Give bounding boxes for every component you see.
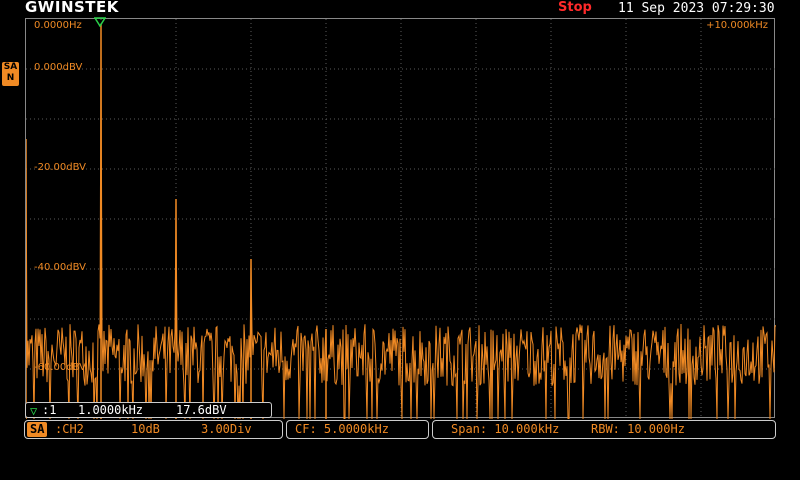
source-channel: :CH2 [55, 422, 84, 436]
span-rbw-box[interactable]: Span: 10.000kHz RBW: 10.000Hz [432, 420, 776, 439]
marker-frequency: 1.0000kHz [78, 403, 144, 417]
top-bar: GWINSTEK Stop 11 Sep 2023 07:29:30 [0, 0, 800, 18]
center-frequency: CF: 5.0000kHz [295, 422, 389, 436]
y-label-0: 0.000dBV [34, 62, 83, 73]
brand-logo: GWINSTEK [25, 0, 119, 16]
marker-readout[interactable]: ▽ :1 1.0000kHz 17.6dBV [25, 402, 272, 418]
y-label-3: -60.00dBV [34, 362, 86, 373]
marker-amplitude: 17.6dBV [176, 403, 227, 417]
vertical-offset: 3.00Div [201, 422, 252, 436]
end-frequency: +10.000kHz [706, 20, 768, 31]
date-time: 11 Sep 2023 07:29:30 [618, 1, 775, 16]
span-value: Span: 10.000kHz [451, 422, 560, 436]
start-frequency: 0.0000Hz [34, 20, 82, 31]
marker-index: :1 [42, 403, 57, 417]
rbw-value: RBW: 10.000Hz [591, 422, 685, 436]
marker-1-icon[interactable] [94, 17, 106, 27]
spectrum-display [25, 18, 776, 419]
spectrum-mode-badge-text: SA N [3, 62, 18, 83]
spectrum-plot [26, 19, 776, 419]
marker-readout-icon: ▽ [30, 404, 38, 418]
y-label-2: -40.00dBV [34, 262, 86, 273]
y-label-1: -20.00dBV [34, 162, 86, 173]
center-frequency-box[interactable]: CF: 5.0000kHz [286, 420, 429, 439]
spectrum-mode-badge[interactable]: SA N [2, 62, 19, 86]
channel-settings[interactable]: SA :CH2 10dB 3.00Div [24, 420, 283, 439]
sa-mode-chip: SA [27, 422, 48, 437]
run-state-indicator[interactable]: Stop [558, 0, 592, 15]
vertical-scale: 10dB [131, 422, 160, 436]
